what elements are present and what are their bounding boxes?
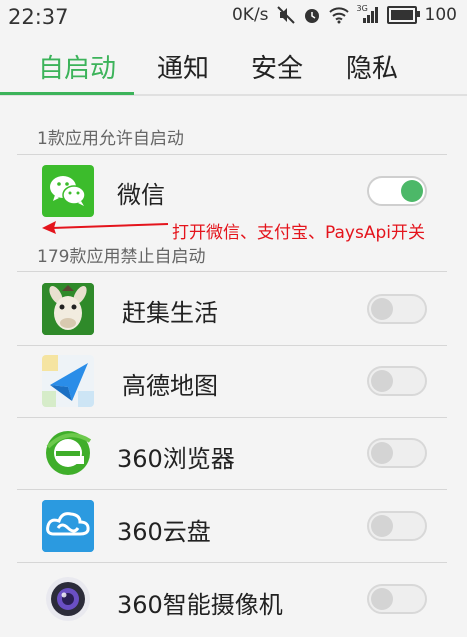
signal-icon: 3G: [357, 4, 379, 24]
list-item: 360浏览器: [0, 418, 467, 490]
list-item: 赶集生活: [0, 273, 467, 345]
annotation-arrow: [42, 221, 169, 234]
app-name: 360智能摄像机: [117, 591, 283, 619]
app-name: 360云盘: [117, 518, 211, 546]
status-time: 22:37: [8, 5, 69, 29]
tab-notifications[interactable]: 通知: [157, 48, 209, 85]
tab-privacy[interactable]: 隐私: [346, 48, 398, 85]
toggle-knob: [401, 180, 423, 202]
network-speed: 0K/s: [231, 5, 269, 25]
app-name: 360浏览器: [117, 445, 235, 473]
battery-level: 100: [424, 5, 457, 25]
amap-autostart-toggle[interactable]: [367, 366, 427, 396]
divider: [17, 271, 447, 272]
annotation-text: 打开微信、支付宝、PaysApi开关: [172, 223, 425, 243]
toggle-knob: [371, 442, 393, 464]
amap-icon: [42, 355, 94, 407]
allowed-section-header: 1款应用允许自启动: [37, 129, 184, 149]
forbidden-section-header: 179款应用禁止自启动: [37, 247, 206, 267]
list-item: 360云盘: [0, 490, 467, 562]
app-name: 高德地图: [122, 372, 218, 400]
app-name: 微信: [117, 181, 165, 209]
tab-autostart[interactable]: 自启动: [38, 48, 116, 85]
wechat-icon: [42, 165, 94, 217]
tab-indicator: [0, 92, 134, 95]
toggle-knob: [371, 298, 393, 320]
toggle-knob: [371, 515, 393, 537]
app-name: 赶集生活: [122, 299, 218, 327]
status-bar: 22:37 0K/s 3G 100: [0, 0, 467, 34]
list-item: 高德地图: [0, 346, 467, 418]
list-item: 360智能摄像机: [0, 563, 467, 635]
360-browser-autostart-toggle[interactable]: [367, 438, 427, 468]
alarm-icon: [304, 9, 319, 23]
tab-security[interactable]: 安全: [251, 48, 303, 85]
ganji-icon: [42, 283, 94, 335]
mute-icon: [276, 6, 295, 24]
360-browser-icon: [42, 427, 94, 479]
360-camera-autostart-toggle[interactable]: [367, 584, 427, 614]
toggle-knob: [371, 588, 393, 610]
battery-icon: [386, 6, 420, 24]
360-cloud-icon: [42, 500, 94, 552]
360-cloud-autostart-toggle[interactable]: [367, 511, 427, 541]
360-camera-icon: [42, 573, 94, 625]
status-icons: 0K/s 3G 100: [231, 4, 457, 25]
wechat-autostart-toggle[interactable]: [367, 176, 427, 206]
ganji-autostart-toggle[interactable]: [367, 294, 427, 324]
tab-bar: 自启动 通知 安全 隐私: [0, 34, 467, 96]
wifi-icon: [328, 7, 349, 24]
toggle-knob: [371, 370, 393, 392]
